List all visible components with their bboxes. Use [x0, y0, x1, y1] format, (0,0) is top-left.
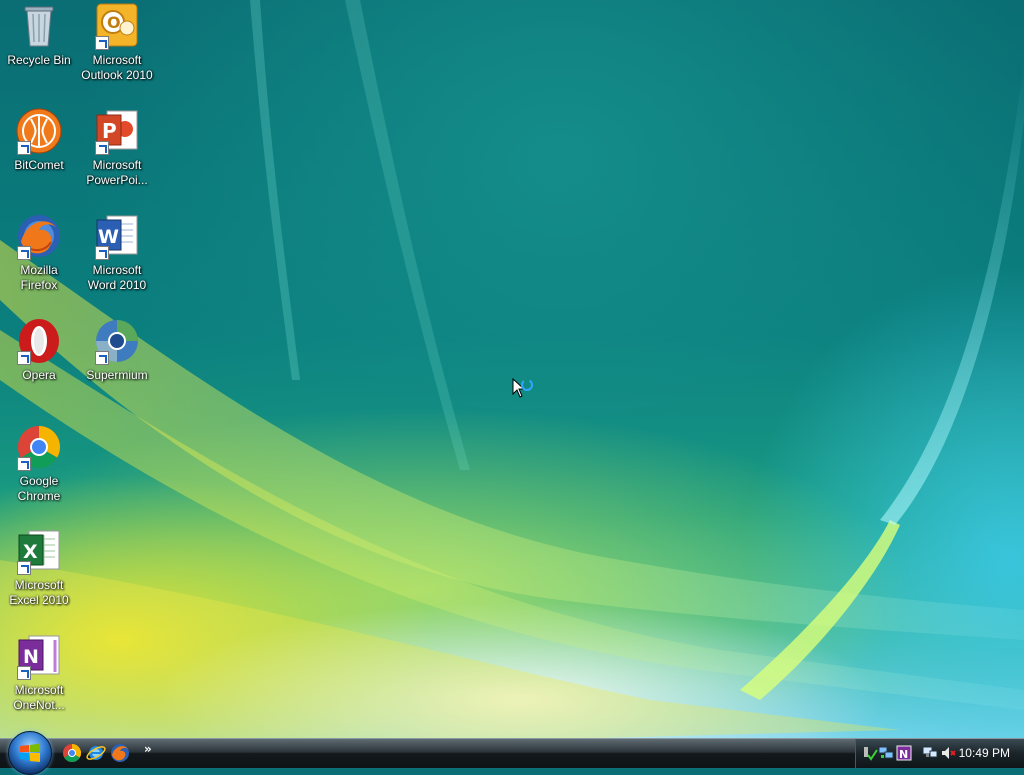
- word-icon: W: [93, 212, 141, 260]
- quick-launch-internet-explorer[interactable]: [86, 743, 106, 763]
- volume-muted-icon[interactable]: [940, 745, 956, 761]
- windows-logo-icon: [20, 743, 40, 762]
- safely-remove-hardware-icon[interactable]: [862, 745, 878, 761]
- excel-label: Microsoft Excel 2010: [9, 578, 69, 607]
- outlook-label: Microsoft Outlook 2010: [81, 53, 153, 82]
- outlook-icon: O: [93, 2, 141, 50]
- svg-text:N: N: [899, 748, 908, 761]
- firefox-icon: [111, 744, 129, 762]
- quick-launch-chrome[interactable]: [62, 743, 82, 763]
- onenote-label: Microsoft OneNot...: [13, 683, 65, 712]
- opera-icon: [15, 317, 63, 365]
- chrome-icon: [63, 744, 82, 763]
- network-disconnected-icon[interactable]: [922, 745, 938, 761]
- supermium-icon: [93, 317, 141, 365]
- onenote-tray-icon[interactable]: N: [896, 745, 912, 761]
- bitcomet-label: BitComet: [14, 158, 64, 172]
- start-button[interactable]: [8, 731, 52, 775]
- taskbar: » N 10:49 PM: [0, 731, 1024, 775]
- chrome-icon: [15, 423, 63, 471]
- powerpoint-icon: P: [93, 107, 141, 155]
- desktop-icon-powerpoint[interactable]: P Microsoft PowerPoi...: [79, 107, 155, 188]
- word-label: Microsoft Word 2010: [87, 263, 147, 292]
- excel-icon: X: [15, 527, 63, 575]
- internet-explorer-icon: [86, 746, 106, 760]
- firefox-label: Mozilla Firefox: [20, 263, 58, 292]
- network-status-icon[interactable]: [878, 745, 894, 761]
- svg-text:X: X: [23, 541, 38, 563]
- svg-text:W: W: [98, 226, 119, 248]
- chrome-label: Google Chrome: [17, 474, 61, 503]
- busy-cursor-icon: [512, 377, 536, 408]
- svg-text:O: O: [107, 13, 121, 32]
- onenote-icon: N: [15, 632, 63, 680]
- firefox-icon: [15, 212, 63, 260]
- powerpoint-label: Microsoft PowerPoi...: [86, 158, 148, 187]
- quick-launch-firefox[interactable]: [110, 743, 130, 763]
- desktop-icon-bitcomet[interactable]: BitComet: [1, 107, 77, 173]
- recycle-bin-label: Recycle Bin: [7, 53, 71, 67]
- desktop-icon-chrome[interactable]: Google Chrome: [1, 423, 77, 504]
- system-tray: N 10:49 PM: [855, 739, 1024, 768]
- recycle-bin-icon: [15, 2, 63, 50]
- svg-text:N: N: [23, 646, 39, 668]
- opera-label: Opera: [22, 368, 56, 382]
- desktop-icon-word[interactable]: W Microsoft Word 2010: [79, 212, 155, 293]
- desktop-icon-excel[interactable]: X Microsoft Excel 2010: [1, 527, 77, 608]
- desktop-icon-firefox[interactable]: Mozilla Firefox: [1, 212, 77, 293]
- svg-text:P: P: [102, 119, 117, 143]
- desktop-icon-outlook[interactable]: O Microsoft Outlook 2010: [79, 2, 155, 83]
- desktop-icon-onenote[interactable]: N Microsoft OneNot...: [1, 632, 77, 713]
- desktop-icon-supermium[interactable]: Supermium: [79, 317, 155, 383]
- desktop-icon-recycle-bin[interactable]: Recycle Bin: [1, 2, 77, 68]
- taskbar-clock[interactable]: 10:49 PM: [959, 746, 1010, 760]
- quick-launch-overflow-button[interactable]: »: [144, 742, 152, 756]
- supermium-label: Supermium: [86, 368, 148, 382]
- bitcomet-icon: [15, 107, 63, 155]
- desktop-icon-opera[interactable]: Opera: [1, 317, 77, 383]
